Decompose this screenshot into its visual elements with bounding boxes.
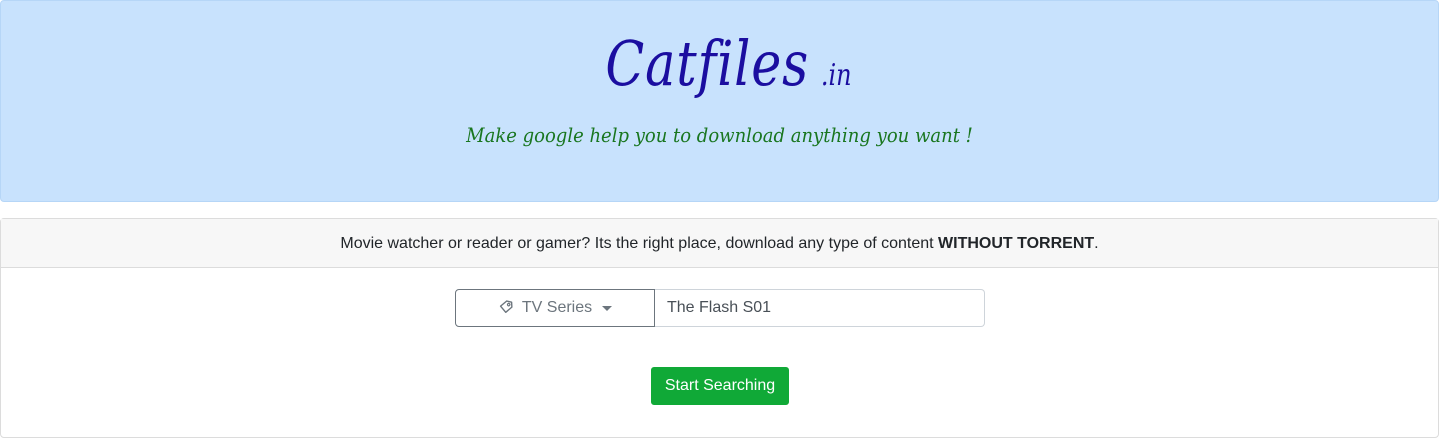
- search-form: TV Series: [455, 289, 985, 327]
- tagline-text: Make google help you to download anythin…: [466, 123, 973, 147]
- intro-emphasis: WITHOUT TORRENT: [938, 235, 1095, 252]
- brand-name: Catfiles: [605, 27, 810, 100]
- search-card: Movie watcher or reader or gamer? Its th…: [0, 218, 1439, 438]
- search-input[interactable]: [655, 289, 985, 327]
- chevron-down-icon: [602, 305, 613, 311]
- category-label: TV Series: [521, 299, 593, 316]
- intro-suffix: .: [1094, 235, 1099, 252]
- header-banner: Catfiles .in Make google help you to down…: [0, 0, 1439, 202]
- category-dropdown-button[interactable]: TV Series: [455, 289, 655, 327]
- start-searching-button[interactable]: Start Searching: [651, 367, 789, 405]
- tagline-link[interactable]: Make google help you to download anythin…: [1, 123, 1438, 147]
- brand-tld: .in: [821, 58, 853, 93]
- intro-text: Movie watcher or reader or gamer? Its th…: [340, 235, 939, 252]
- site-logo[interactable]: Catfiles .in: [1, 33, 1438, 95]
- tag-icon: [498, 297, 516, 320]
- intro-banner: Movie watcher or reader or gamer? Its th…: [1, 219, 1438, 268]
